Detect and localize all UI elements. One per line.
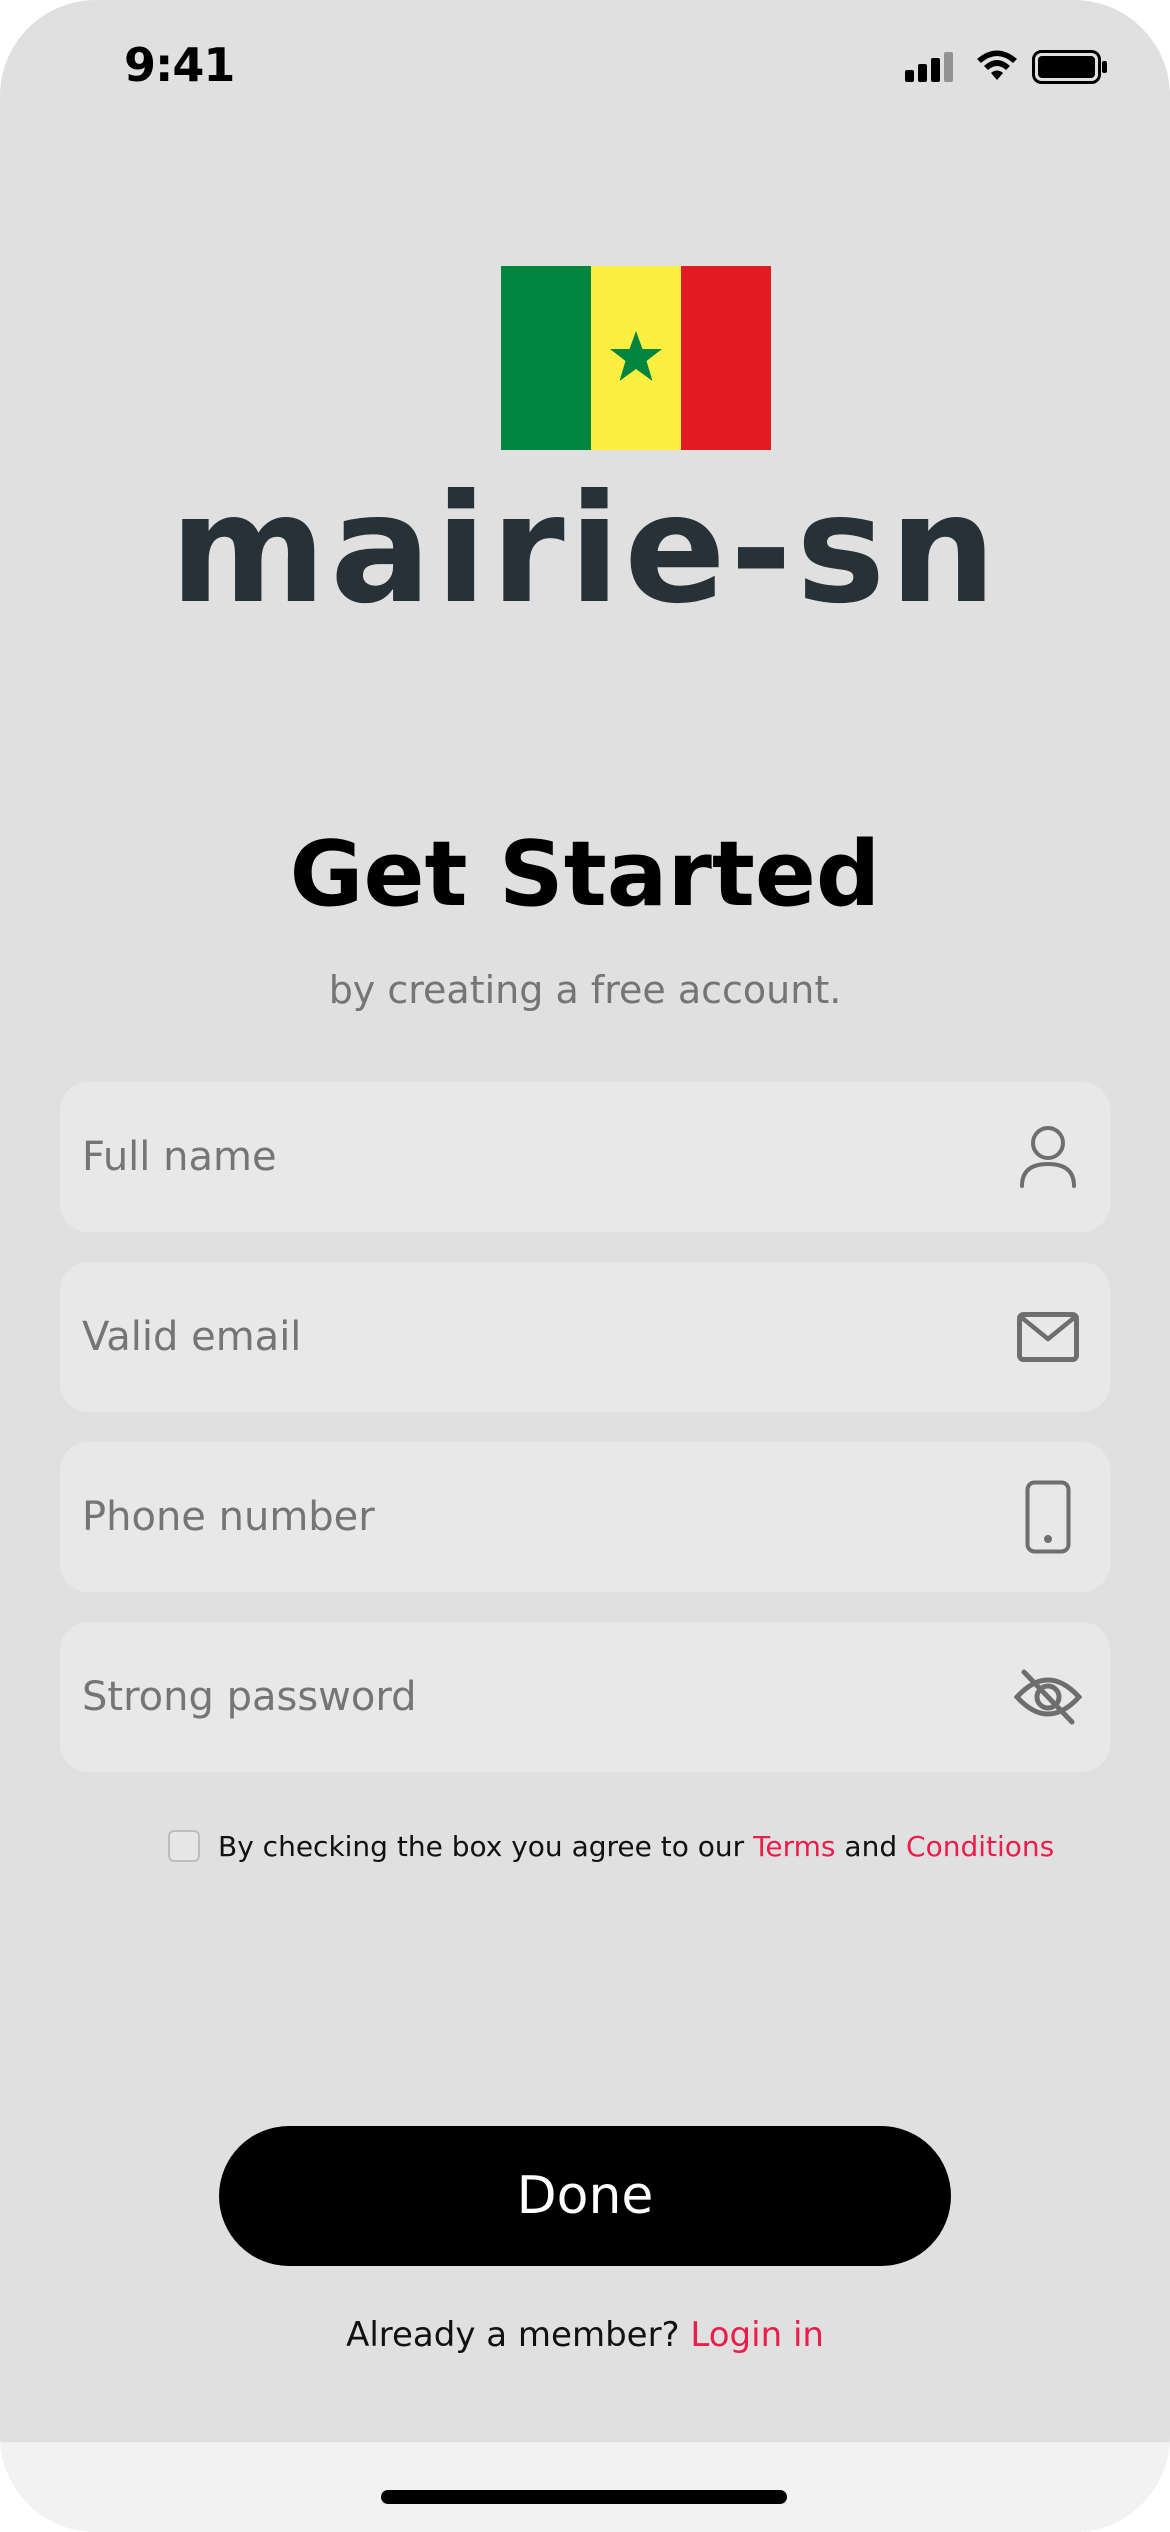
terms-agreement: By checking the box you agree to our Ter…: [168, 1826, 1054, 1866]
login-prompt-text: Already a member?: [346, 2315, 691, 2355]
password-placeholder: Strong password: [82, 1674, 417, 1720]
eye-off-icon[interactable]: [1014, 1663, 1082, 1731]
login-link[interactable]: Login in: [690, 2315, 824, 2355]
terms-prefix: By checking the box you agree to our: [218, 1829, 754, 1863]
signup-screen: 9:41 mairie-sn Get Started by creating a…: [0, 0, 1170, 2532]
status-bar: 9:41: [0, 0, 1170, 140]
flag-red-stripe: [681, 266, 771, 450]
password-field[interactable]: Strong password: [60, 1622, 1110, 1772]
full-name-placeholder: Full name: [82, 1134, 277, 1180]
star-icon: [610, 331, 662, 381]
terms-link[interactable]: Terms: [753, 1830, 835, 1863]
senegal-flag-logo: [501, 266, 771, 450]
email-field[interactable]: Valid email: [60, 1262, 1110, 1412]
flag-yellow-stripe: [591, 266, 681, 450]
mail-icon: [1014, 1303, 1082, 1371]
phone-placeholder: Phone number: [82, 1494, 375, 1540]
email-placeholder: Valid email: [82, 1314, 302, 1360]
terms-and: and: [835, 1829, 907, 1863]
full-name-field[interactable]: Full name: [60, 1082, 1110, 1232]
wifi-icon: [977, 50, 1017, 80]
phone-icon: [1014, 1480, 1082, 1554]
signal-icon: [905, 52, 953, 82]
flag-green-stripe: [501, 266, 591, 450]
brand-name: mairie-sn: [169, 463, 1001, 637]
done-button[interactable]: Done: [219, 2126, 951, 2266]
page-subtitle: by creating a free account.: [328, 968, 842, 1012]
page-title: Get Started: [289, 822, 881, 927]
home-indicator-area: [0, 2442, 1170, 2532]
conditions-link[interactable]: Conditions: [906, 1830, 1054, 1863]
terms-checkbox[interactable]: [168, 1830, 200, 1862]
user-icon: [1014, 1123, 1082, 1191]
login-prompt: Already a member? Login in: [0, 2310, 1170, 2360]
status-time: 9:41: [124, 38, 235, 92]
home-indicator[interactable]: [381, 2490, 787, 2504]
battery-icon: [1032, 50, 1107, 84]
phone-field[interactable]: Phone number: [60, 1442, 1110, 1592]
